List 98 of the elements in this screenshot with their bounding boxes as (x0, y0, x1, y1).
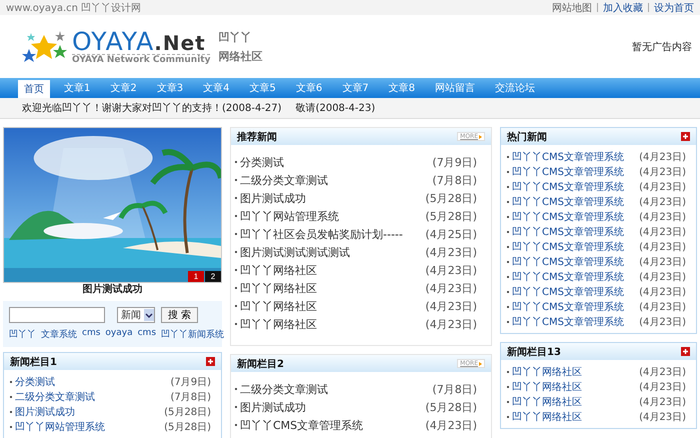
plus-icon[interactable] (681, 347, 690, 356)
news-date: (4月23日) (639, 286, 687, 298)
news-link[interactable]: 图片测试成功 (10, 404, 75, 418)
keyword-link[interactable]: cms (82, 328, 100, 341)
panel-title: 新闻栏目1 (10, 355, 57, 368)
news-link[interactable]: 凹丫丫网络社区 (235, 280, 317, 296)
news-date: (5月28日) (164, 406, 212, 418)
keyword-link[interactable]: oyaya (105, 328, 133, 341)
news-link[interactable]: 二级分类文章测试 (10, 390, 95, 404)
search-field[interactable] (9, 307, 105, 323)
keyword-link[interactable]: 凹丫丫新闻系统 (161, 328, 224, 341)
keyword-link[interactable]: 凹丫丫 (9, 328, 36, 341)
panel-title: 新闻栏目2 (237, 357, 284, 370)
news-date: (4月23日) (425, 262, 478, 278)
news-link[interactable]: 凹丫丫网络社区 (235, 298, 317, 314)
panel-title: 推荐新闻 (237, 130, 277, 144)
news-date: (4月23日) (639, 210, 687, 224)
logo-tagline: OYAYA Network Community (72, 54, 210, 64)
news-link[interactable]: 凹丫丫网络社区 (235, 316, 317, 332)
news-date: (4月23日) (639, 396, 687, 408)
news-link[interactable]: 分类测试 (235, 154, 284, 170)
news-date: (5月28日) (425, 208, 478, 224)
news-date: (4月23日) (425, 298, 478, 314)
news-date: (4月23日) (639, 180, 687, 194)
news-link[interactable]: 图片测试测试测试测试 (235, 244, 350, 260)
search-button[interactable]: 搜 索 (161, 307, 198, 323)
panel-title: 新闻栏目13 (507, 345, 561, 358)
news-link[interactable]: 凹丫丫CMS文章管理系统 (507, 314, 624, 328)
news-date: (7月8日) (170, 390, 212, 404)
nav-tab[interactable]: 首页 (18, 80, 50, 98)
news-date: (4月23日) (425, 244, 478, 260)
news-date: (4月23日) (639, 270, 687, 284)
news-date: (4月25日) (425, 226, 478, 242)
news-link[interactable]: 二级分类文章测试 (235, 172, 328, 188)
ticker-text: 敬请(2008-4-23) (296, 102, 376, 115)
news-date: (4月23日) (639, 316, 687, 328)
slide-page-button[interactable]: 1 (188, 271, 204, 282)
news-link[interactable]: 凹丫丫网络社区 (235, 262, 317, 278)
keyword-link[interactable]: 文章系统 (41, 328, 77, 341)
news-date: (5月28日) (425, 190, 478, 206)
news-date: (4月23日) (639, 410, 687, 424)
news-date: (4月23日) (639, 256, 687, 268)
news-date: (4月23日) (639, 300, 687, 314)
news-date: (4月23日) (425, 280, 478, 296)
news-link[interactable]: 凹丫丫CMS文章管理系统 (235, 418, 364, 432)
news-date: (5月28日) (164, 420, 212, 434)
ad-text: 暂无广告内容 (632, 40, 692, 54)
news-link[interactable]: 凹丫丫CMS文章管理系统 (507, 254, 624, 268)
news-date: (4月23日) (639, 366, 687, 378)
news-link[interactable]: 凹丫丫CMS文章管理系统 (507, 180, 624, 194)
news-link[interactable]: 凹丫丫CMS文章管理系统 (507, 284, 624, 298)
news-link[interactable]: 凹丫丫网络社区 (507, 394, 582, 408)
ticker-text: 欢迎光临凹丫丫！谢谢大家对凹丫丫的支持！(2008-4-27) (22, 102, 282, 115)
site-address: www.oyaya.cn 凹丫丫设计网 (6, 2, 142, 14)
news-date: (4月23日) (639, 196, 687, 208)
keyword-link[interactable]: cms (138, 328, 156, 341)
news-link[interactable]: 凹丫丫社区会员发帖奖励计划----- (235, 226, 403, 242)
news-link[interactable]: 凹丫丫CMS文章管理系统 (507, 210, 624, 224)
slide-page-button[interactable]: 2 (205, 271, 221, 282)
news-date: (7月8日) (432, 172, 478, 188)
top-link[interactable]: 加入收藏 (603, 0, 643, 14)
news-link[interactable]: 凹丫丫网站管理系统 (10, 420, 105, 434)
news-link[interactable]: 图片测试成功 (235, 400, 306, 414)
plus-icon[interactable] (206, 357, 215, 366)
top-link[interactable]: 设为首页 (654, 0, 694, 14)
news-date: (4月23日) (425, 418, 478, 432)
news-date: (7月8日) (432, 382, 478, 396)
news-link[interactable]: 凹丫丫CMS文章管理系统 (507, 240, 624, 254)
logo-subtitle: 网络社区 (218, 48, 262, 64)
news-link[interactable]: 凹丫丫CMS文章管理系统 (507, 224, 624, 238)
news-link[interactable]: 凹丫丫CMS文章管理系统 (507, 194, 624, 208)
news-date: (4月23日) (639, 166, 687, 178)
news-date: (4月23日) (639, 150, 687, 164)
plus-icon[interactable] (681, 132, 690, 141)
news-date: (5月28日) (425, 400, 478, 414)
news-link[interactable]: 凹丫丫网络社区 (507, 380, 582, 394)
category-select[interactable]: 新闻 (117, 307, 155, 323)
news-link[interactable]: 二级分类文章测试 (235, 382, 328, 396)
picture-caption: 图片测试成功 (82, 284, 144, 296)
news-link[interactable]: 图片测试成功 (235, 190, 306, 206)
news-link[interactable]: 凹丫丫网站管理系统 (235, 208, 339, 224)
news-link[interactable]: 分类测试 (10, 374, 55, 388)
news-date: (7月9日) (170, 376, 212, 388)
logo-subtitle: 凹丫丫 (218, 30, 252, 44)
top-link[interactable]: 网站地图 (552, 0, 592, 14)
news-date: (4月23日) (639, 240, 687, 254)
news-link[interactable]: 凹丫丫网络社区 (507, 364, 582, 378)
logo-title: OYAYA.Net (72, 28, 206, 54)
news-date: (4月23日) (639, 226, 687, 238)
news-link[interactable]: 凹丫丫CMS文章管理系统 (507, 270, 624, 284)
news-link[interactable]: 凹丫丫CMS文章管理系统 (507, 164, 624, 178)
news-date: (4月23日) (425, 316, 478, 332)
panel-title: 热门新闻 (507, 130, 547, 144)
news-link[interactable]: 凹丫丫CMS文章管理系统 (507, 300, 624, 314)
news-date: (7月9日) (432, 154, 478, 170)
news-date: (4月23日) (639, 380, 687, 394)
news-link[interactable]: 凹丫丫CMS文章管理系统 (507, 150, 624, 164)
news-link[interactable]: 凹丫丫网络社区 (507, 410, 582, 424)
